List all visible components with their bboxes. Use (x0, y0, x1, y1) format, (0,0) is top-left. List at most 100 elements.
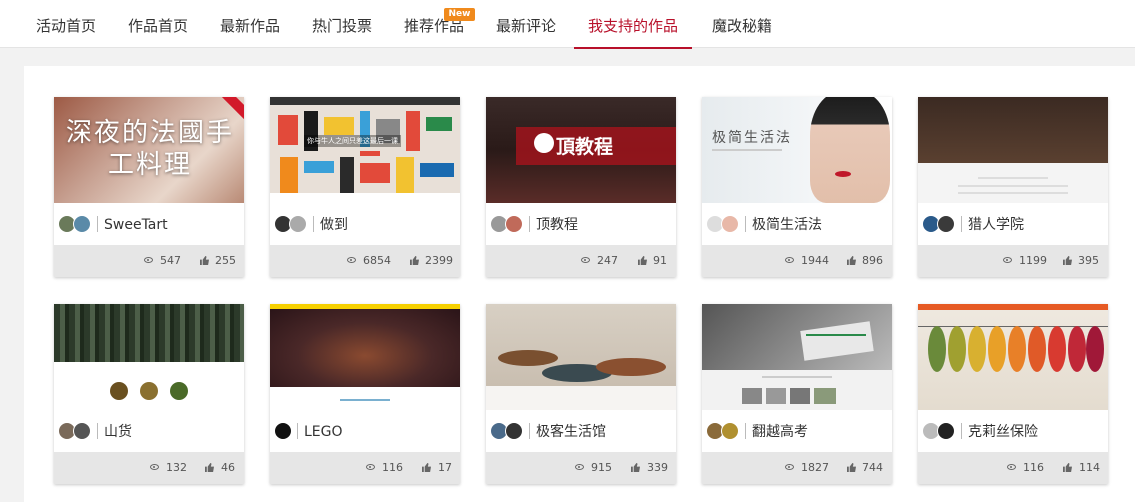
view-count: 247 (597, 254, 618, 267)
work-card[interactable]: 頂教程 顶教程 247 91 (486, 97, 676, 277)
leaf (988, 326, 1006, 372)
card-stats: 247 91 (486, 245, 676, 277)
separator (961, 423, 962, 439)
separator (961, 216, 962, 232)
work-thumbnail (702, 304, 892, 410)
card-stats: 547 255 (54, 245, 244, 277)
product-tray (498, 350, 558, 366)
product-circle (110, 382, 128, 400)
thumbs-up-icon (422, 463, 431, 472)
avatar-group (706, 215, 742, 233)
work-thumbnail (486, 304, 676, 410)
avatar[interactable] (274, 422, 292, 440)
like-count: 17 (438, 461, 452, 474)
view-count: 1944 (801, 254, 829, 267)
like-count: 46 (221, 461, 235, 474)
work-thumbnail: 深夜的法國手工料理 (54, 97, 244, 203)
work-title[interactable]: 极客生活馆 (536, 410, 606, 452)
avatar[interactable] (505, 422, 523, 440)
view-count: 1827 (801, 461, 829, 474)
card-info: LEGO (270, 410, 460, 452)
card-info: 山货 (54, 410, 244, 452)
avatar[interactable] (721, 215, 739, 233)
work-card[interactable]: 极简生活法 极简生活法 1944 896 (702, 97, 892, 277)
thumbnail-footer (486, 386, 676, 410)
avatar[interactable] (937, 422, 955, 440)
card-stats: 1199 395 (918, 245, 1108, 277)
leaf (1028, 326, 1046, 372)
work-title[interactable]: 克莉丝保险 (968, 410, 1038, 452)
work-card[interactable]: 极客生活馆 915 339 (486, 304, 676, 484)
card-stats: 116 114 (918, 452, 1108, 484)
eye-icon (366, 464, 375, 470)
work-card[interactable]: 克莉丝保险 116 114 (918, 304, 1108, 484)
like-count: 2399 (425, 254, 453, 267)
eye-icon (144, 257, 153, 263)
text-line (978, 177, 1048, 179)
work-title[interactable]: 做到 (320, 203, 348, 245)
avatar[interactable] (73, 422, 91, 440)
work-card[interactable]: 翻越高考 1827 744 (702, 304, 892, 484)
avatar[interactable] (289, 215, 307, 233)
logo-icon (534, 133, 554, 153)
thumbnail-text: 頂教程 (556, 136, 614, 158)
avatar-group (274, 215, 310, 233)
card-info: SweeTart (54, 203, 244, 245)
view-count: 547 (160, 254, 181, 267)
product-tray (596, 358, 666, 376)
card-stats: 1827 744 (702, 452, 892, 484)
like-count: 91 (653, 254, 667, 267)
card-stats: 915 339 (486, 452, 676, 484)
like-count: 896 (862, 254, 883, 267)
nav-item-latest-works[interactable]: 最新作品 (220, 0, 280, 48)
text-line (340, 399, 390, 401)
avatar[interactable] (505, 215, 523, 233)
separator (745, 216, 746, 232)
nav-item-latest-comments[interactable]: 最新评论 (496, 0, 556, 48)
work-thumbnail: 頂教程 (486, 97, 676, 203)
card-info: 极客生活馆 (486, 410, 676, 452)
work-title[interactable]: LEGO (304, 410, 343, 452)
nav-item-my-supported[interactable]: 我支持的作品 (573, 0, 693, 49)
eye-icon (150, 464, 159, 470)
avatar[interactable] (937, 215, 955, 233)
card-info: 顶教程 (486, 203, 676, 245)
thumbnail-subline (712, 149, 782, 151)
work-title[interactable]: 翻越高考 (752, 410, 808, 452)
avatar[interactable] (73, 215, 91, 233)
avatar-group (58, 215, 94, 233)
work-card[interactable]: 猎人学院 1199 395 (918, 97, 1108, 277)
work-card[interactable]: LEGO 116 17 (270, 304, 460, 484)
eye-icon (1007, 464, 1016, 470)
nav-item-mod-tips[interactable]: 魔改秘籍 (712, 0, 772, 48)
nav-item-works-home[interactable]: 作品首页 (128, 0, 188, 48)
separator (297, 423, 298, 439)
thumbs-up-icon (1063, 463, 1072, 472)
thumbs-up-icon (200, 256, 209, 265)
thumbs-up-icon (410, 256, 419, 265)
thumbs-up-icon (638, 256, 647, 265)
work-thumbnail (54, 304, 244, 410)
text-line (958, 185, 1068, 187)
product-circle (140, 382, 158, 400)
work-title[interactable]: 猎人学院 (968, 203, 1024, 245)
work-title[interactable]: 顶教程 (536, 203, 578, 245)
view-count: 1199 (1019, 254, 1047, 267)
work-card[interactable]: 山货 132 46 (54, 304, 244, 484)
separator (97, 423, 98, 439)
nav-item-activity-home[interactable]: 活动首页 (36, 0, 96, 48)
nav-item-hot-votes[interactable]: 热门投票 (312, 0, 372, 48)
work-title[interactable]: 山货 (104, 410, 132, 452)
leaf (928, 326, 946, 372)
avatar-group (490, 422, 526, 440)
work-title[interactable]: 极简生活法 (752, 203, 822, 245)
separator (97, 216, 98, 232)
view-count: 116 (382, 461, 403, 474)
card-info: 极简生活法 (702, 203, 892, 245)
work-card[interactable]: 你与牛人之间只差这最后一课 做到 6854 2399 (270, 97, 460, 277)
avatar[interactable] (721, 422, 739, 440)
work-card[interactable]: 深夜的法國手工料理 SweeTart 547 255 (54, 97, 244, 277)
work-thumbnail: 极简生活法 (702, 97, 892, 203)
view-count: 915 (591, 461, 612, 474)
work-title[interactable]: SweeTart (104, 203, 168, 245)
